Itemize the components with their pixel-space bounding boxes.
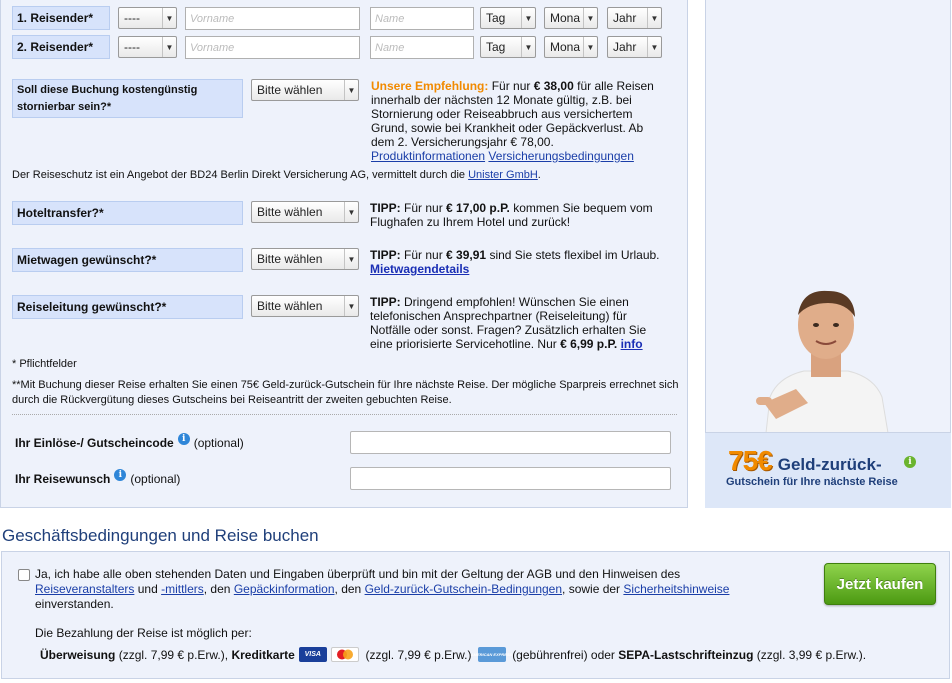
chevron-down-icon: ▼ xyxy=(647,8,661,28)
hotel-transfer-tip: TIPP: Für nur € 17,00 p.P. kommen Sie be… xyxy=(370,201,653,229)
insurance-terms-link[interactable]: Versicherungsbedingungen xyxy=(488,149,633,163)
traveler-1-day-select[interactable]: Tag ▼ xyxy=(480,7,536,29)
chevron-down-icon: ▼ xyxy=(344,249,358,269)
traveler-1-year-select[interactable]: Jahr ▼ xyxy=(607,7,662,29)
tour-guide-tip: TIPP: Dringend empfohlen! Wünschen Sie e… xyxy=(370,295,647,351)
chevron-down-icon: ▼ xyxy=(344,80,358,100)
coupon-label: Ihr Einlöse-/ Gutscheincode i (optional) xyxy=(15,433,244,450)
storno-select[interactable]: Bitte wählen ▼ xyxy=(251,79,359,101)
traveler-1-month-select[interactable]: Mona ▼ xyxy=(544,7,598,29)
traveler-2-label: 2. Reisender* xyxy=(12,35,110,59)
promo-voucher-subtitle: Gutschein für Ihre nächste Reise xyxy=(726,476,898,488)
storno-recommendation: Unsere Empfehlung: Für nur € 38,00 für a… xyxy=(371,79,654,163)
baggage-info-link[interactable]: Gepäckinformation xyxy=(234,582,335,596)
tour-guide-info-link[interactable]: info xyxy=(621,337,643,351)
tour-operator-link[interactable]: Reiseveranstalters xyxy=(35,582,134,596)
promo-person-image xyxy=(756,290,889,433)
travel-wish-label: Ihr Reisewunsch i (optional) xyxy=(15,469,181,486)
promo-voucher-title: 75€ Geld-zurück- xyxy=(728,445,882,476)
unister-link[interactable]: Unister GmbH xyxy=(468,169,538,181)
chevron-down-icon: ▼ xyxy=(521,37,535,57)
voucher-terms-link[interactable]: Geld-zurück-Gutschein-Bedingungen xyxy=(365,582,562,596)
terms-text: Ja, ich habe alle oben stehenden Daten u… xyxy=(35,567,730,611)
chevron-down-icon: ▼ xyxy=(162,37,176,57)
product-info-link[interactable]: Produktinformationen xyxy=(371,149,485,163)
chevron-down-icon: ▼ xyxy=(162,8,176,28)
divider xyxy=(12,414,677,415)
voucher-note: **Mit Buchung dieser Reise erhalten Sie … xyxy=(12,379,679,406)
safety-info-link[interactable]: Sicherheitshinweise xyxy=(623,582,729,596)
chevron-down-icon: ▼ xyxy=(583,8,597,28)
promo-info-icon[interactable]: i xyxy=(904,456,916,468)
chevron-down-icon: ▼ xyxy=(647,37,661,57)
car-rental-tip: TIPP: Für nur € 39,91 sind Sie stets fle… xyxy=(370,248,660,276)
payment-methods: Überweisung (zzgl. 7,99 € p.Erw.), Kredi… xyxy=(40,647,867,662)
traveler-2-lastname-input[interactable]: Name xyxy=(370,36,474,59)
info-icon[interactable]: i xyxy=(114,469,127,481)
travel-wish-input[interactable] xyxy=(350,467,671,490)
tour-guide-label: Reiseleitung gewünscht?* xyxy=(12,295,243,319)
chevron-down-icon: ▼ xyxy=(344,202,358,222)
coupon-code-input[interactable] xyxy=(350,431,671,454)
amex-icon: AMERICAN EXPRESS xyxy=(471,647,512,662)
section-title: Geschäftsbedingungen und Reise buchen xyxy=(2,526,319,545)
payment-intro: Die Bezahlung der Reise ist möglich per: xyxy=(35,626,252,640)
chevron-down-icon: ▼ xyxy=(521,8,535,28)
car-rental-select[interactable]: Bitte wählen ▼ xyxy=(251,248,359,270)
intermediary-link[interactable]: -mittlers xyxy=(161,582,204,596)
traveler-2-month-select[interactable]: Mona ▼ xyxy=(544,36,598,58)
mastercard-icon xyxy=(330,647,359,662)
tour-guide-select[interactable]: Bitte wählen ▼ xyxy=(251,295,359,317)
traveler-2-day-select[interactable]: Tag ▼ xyxy=(480,36,536,58)
traveler-1-lastname-input[interactable]: Name xyxy=(370,7,474,30)
info-icon[interactable]: i xyxy=(177,433,190,445)
traveler-2-firstname-input[interactable]: Vorname xyxy=(185,36,360,59)
traveler-1-salutation-select[interactable]: ---- ▼ xyxy=(118,7,177,29)
terms-checkbox[interactable] xyxy=(18,569,30,581)
traveler-2-salutation-select[interactable]: ---- ▼ xyxy=(118,36,177,58)
insurance-provider-note: Der Reiseschutz ist ein Angebot der BD24… xyxy=(12,169,541,181)
buy-now-button[interactable]: Jetzt kaufen xyxy=(824,563,936,605)
traveler-2-year-select[interactable]: Jahr ▼ xyxy=(607,36,662,58)
car-rental-details-link[interactable]: Mietwagendetails xyxy=(370,262,469,276)
required-fields-note: * Pflichtfelder xyxy=(12,358,77,370)
traveler-1-firstname-input[interactable]: Vorname xyxy=(185,7,360,30)
visa-icon: VISA xyxy=(298,647,327,662)
chevron-down-icon: ▼ xyxy=(583,37,597,57)
storno-label: Soll diese Buchung kostengünstig stornier… xyxy=(12,79,243,118)
chevron-down-icon: ▼ xyxy=(344,296,358,316)
hotel-transfer-label: Hoteltransfer?* xyxy=(12,201,243,225)
traveler-1-label: 1. Reisender* xyxy=(12,6,110,30)
car-rental-label: Mietwagen gewünscht?* xyxy=(12,248,243,272)
hotel-transfer-select[interactable]: Bitte wählen ▼ xyxy=(251,201,359,223)
